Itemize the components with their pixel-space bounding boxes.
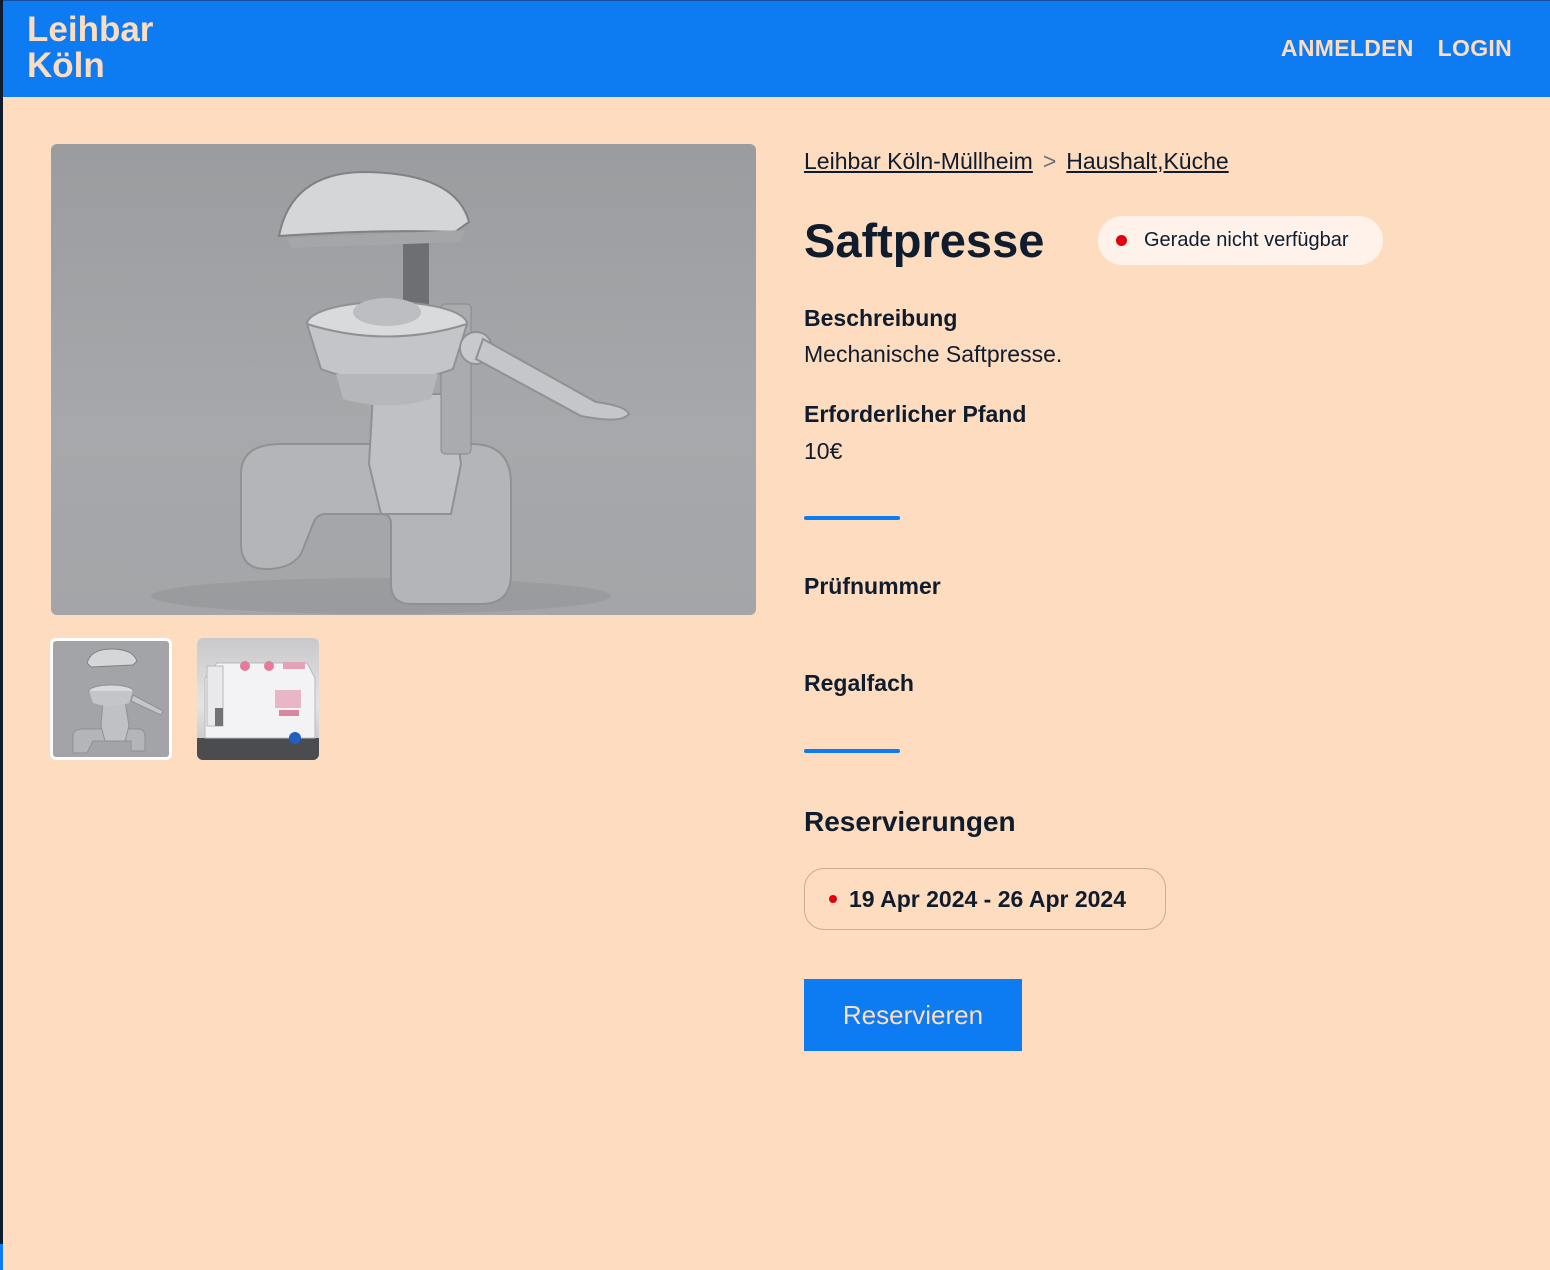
reservations-heading: Reservierungen — [804, 806, 1016, 837]
breadcrumb-separator: > — [1042, 148, 1057, 174]
item-title: Saftpresse — [804, 214, 1045, 267]
juicer-thumbnail — [72, 648, 164, 754]
breadcrumb-category-kueche[interactable]: Küche — [1163, 148, 1228, 174]
shelf-label: Regalfach — [804, 670, 914, 696]
window-edge — [0, 1244, 3, 1270]
description-text: Mechanische Saftpresse. — [804, 341, 1063, 367]
nav-login-link[interactable]: LOGIN — [1438, 35, 1512, 62]
description-label: Beschreibung — [804, 305, 958, 331]
site-logo[interactable]: Leihbar Köln — [27, 12, 153, 84]
main-nav: ANMELDEN LOGIN — [1281, 35, 1512, 62]
deposit-value: 10€ — [804, 438, 843, 464]
status-dot-icon — [1116, 235, 1127, 246]
reserve-button[interactable]: Reservieren — [804, 979, 1022, 1051]
logo-line-2: Köln — [27, 46, 105, 85]
reservation-dot-icon — [829, 895, 837, 903]
test-number-label: Prüfnummer — [804, 573, 941, 599]
thumbnail-juicer[interactable] — [50, 638, 172, 760]
section-divider — [804, 749, 900, 753]
thumbnail-sewing-machine[interactable] — [197, 638, 319, 760]
reservation-item: 19 Apr 2024 - 26 Apr 2024 — [804, 868, 1166, 930]
sewing-machine-thumbnail — [197, 661, 319, 760]
breadcrumb-location-link[interactable]: Leihbar Köln-Müllheim — [804, 148, 1033, 174]
nav-register-link[interactable]: ANMELDEN — [1281, 35, 1414, 62]
deposit-label: Erforderlicher Pfand — [804, 401, 1027, 427]
breadcrumb-category-haushalt[interactable]: Haushalt — [1066, 148, 1157, 174]
availability-badge: Gerade nicht verfügbar — [1098, 216, 1383, 265]
section-divider — [804, 516, 900, 520]
juicer-photo — [151, 170, 631, 614]
main-product-image[interactable] — [51, 144, 756, 615]
reservation-dates: 19 Apr 2024 - 26 Apr 2024 — [849, 885, 1127, 912]
availability-text: Gerade nicht verfügbar — [1144, 229, 1349, 251]
logo-line-1: Leihbar — [27, 10, 154, 49]
breadcrumb: Leihbar Köln-Müllheim > Haushalt,Küche — [804, 148, 1229, 175]
top-bar: Leihbar Köln ANMELDEN LOGIN — [3, 0, 1550, 97]
page: Leihbar Köln ANMELDEN LOGIN Leihbar Köln… — [3, 0, 1550, 1270]
